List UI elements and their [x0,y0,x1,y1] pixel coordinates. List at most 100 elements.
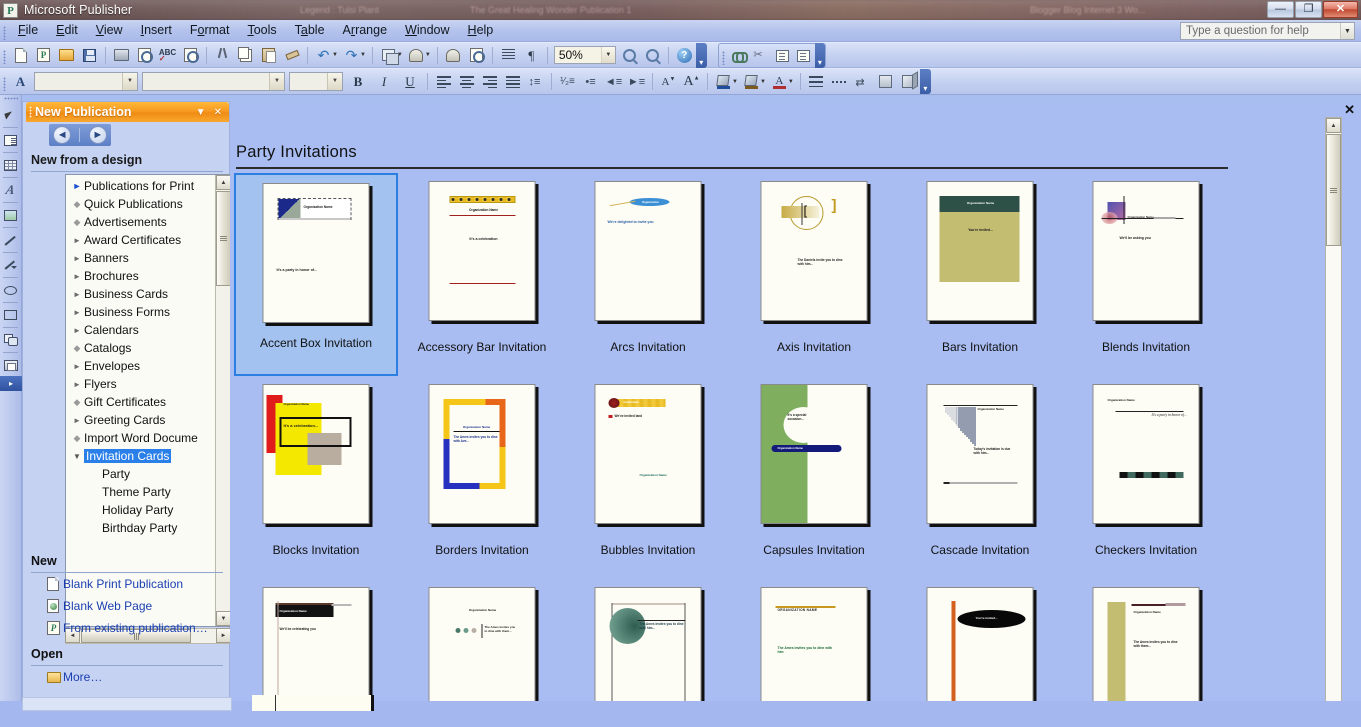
blank-web-page-link[interactable]: Blank Web Page [45,597,152,615]
menu-view[interactable]: View [87,21,132,41]
print-preview-icon[interactable] [133,44,156,66]
from-existing-publication-link[interactable]: P From existing publication… [45,619,208,637]
chevron-down-icon[interactable]: ▼ [269,73,284,90]
tree-item-publications-for-print[interactable]: ► Publications for Print [66,177,216,195]
scroll-up-arrow-icon[interactable]: ▲ [216,175,231,190]
menu-arrange[interactable]: Arrange [334,21,397,41]
bring-to-front-icon[interactable] [377,44,400,66]
tree-item-banners[interactable]: ► Banners [66,249,216,267]
dot-icon[interactable]: ◆ [70,199,84,210]
font-color-icon[interactable]: A [768,71,791,93]
zoom-in-icon[interactable] [641,44,664,66]
new-publication-icon[interactable] [9,44,32,66]
template-thumbnail[interactable]: It's a special occasion... Organization N… [760,384,868,524]
menu-help[interactable]: Help [459,21,503,41]
template-thumbnail[interactable]: [] The Daniels invite you to dine with hi… [760,181,868,321]
paste-icon[interactable] [257,44,280,66]
template-thumbnail[interactable]: Organization Name It's a party in honor o… [1092,384,1200,524]
arrow-right-icon[interactable]: ► [70,272,84,281]
save-icon[interactable] [78,44,101,66]
tree-item-party[interactable]: Party [66,465,216,483]
italic-icon[interactable]: I [371,71,397,93]
cut-icon[interactable] [211,44,234,66]
underline-icon[interactable]: U [397,71,423,93]
line-color-icon[interactable] [740,71,763,93]
bold-icon[interactable]: B [345,71,371,93]
tree-item-business-cards[interactable]: ► Business Cards [66,285,216,303]
gallery-item[interactable]: Celebration We've invited land Organizatio… [566,376,730,579]
gallery-item[interactable]: Organization Name It's a celebration... Bl… [234,376,398,579]
close-icon[interactable]: ✕ [1344,102,1355,118]
scroll-right-arrow-icon[interactable]: ► [216,628,231,643]
tree-item-import-word-docume[interactable]: ◆ Import Word Docume [66,429,216,447]
gallery-item[interactable]: Organization Name You're invited... Bars I… [898,173,1062,376]
chevron-down-icon[interactable]: ▼ [196,107,206,118]
task-pane-grip[interactable] [29,106,32,118]
publication-categories-tree[interactable]: ► Publications for Print ◆ Quick Publicatio… [65,174,231,627]
arrow-right-icon[interactable]: ► [70,362,84,371]
tree-item-business-forms[interactable]: ► Business Forms [66,303,216,321]
style-combobox[interactable]: ▼ [34,72,138,91]
show-formatting-marks-icon[interactable]: ¶ [520,44,543,66]
open-more-link[interactable]: More… [45,668,102,686]
help-search-box[interactable]: Type a question for help ▼ [1180,22,1355,40]
tree-item-invitation-cards[interactable]: ▼ Invitation Cards [66,447,216,465]
decrease-indent-icon[interactable]: ◄≡ [602,71,625,93]
blank-print-publication-link[interactable]: Blank Print Publication [45,575,183,593]
gallery-vertical-scrollbar[interactable]: ▲ [1325,117,1342,727]
template-thumbnail[interactable]: Organization Name Today's invitation is d… [926,384,1034,524]
arrow-right-icon[interactable]: ► [70,416,84,425]
word-art-icon[interactable]: A [1,179,21,201]
research-icon[interactable] [179,44,202,66]
arrow-right-icon[interactable]: ► [70,236,84,245]
tree-item-envelopes[interactable]: ► Envelopes [66,357,216,375]
text-box-connect-icon[interactable] [771,45,793,67]
decrease-font-size-icon[interactable]: A▼ [657,71,680,93]
dot-icon[interactable]: ◆ [70,343,84,354]
line-spacing-icon[interactable]: ↕≡ [524,71,547,93]
arrow-style-icon[interactable]: ⇄ [851,71,874,93]
arrow-icon[interactable] [1,254,21,276]
dot-icon[interactable]: ◆ [70,433,84,444]
objects-toolbar-overflow[interactable]: ▸ [0,376,22,391]
standard-toolbar-grip[interactable] [3,50,6,64]
open-folder-icon[interactable] [55,44,78,66]
design-checker-icon[interactable] [465,44,488,66]
tree-scroll-thumb[interactable] [216,191,231,286]
close-icon[interactable]: ✕ [214,107,222,118]
oval-icon[interactable] [1,279,21,301]
dot-icon[interactable]: ◆ [70,397,84,408]
rotate-icon[interactable] [405,44,428,66]
line-icon[interactable] [1,229,21,251]
arrow-right-icon[interactable]: ► [70,380,84,389]
format-painter-icon[interactable] [280,44,303,66]
gallery-item[interactable]: Organization Name It's a party in honor o… [1064,376,1228,579]
formatting-toolbar-overflow[interactable]: ▾ [919,69,931,94]
close-button[interactable]: ✕ [1323,1,1358,18]
gallery-item[interactable]: Organization Name It's a celebration Acces… [400,173,564,376]
spelling-check-icon[interactable]: ABC ✓ [156,44,179,66]
text-box-icon[interactable] [1,129,21,151]
styles-and-formatting-icon[interactable]: A [9,71,32,93]
nav-back-button[interactable]: ◄ [53,126,72,144]
formatting-toolbar-grip[interactable] [3,76,6,91]
tree-item-quick-publications[interactable]: ◆ Quick Publications [66,195,216,213]
increase-font-size-icon[interactable]: A▲ [680,71,703,93]
gallery-item[interactable]: Organization Name The Ames invites you to… [400,376,564,579]
design-gallery-object-icon[interactable] [442,44,465,66]
zoom-combobox[interactable]: 50% ▼ [553,46,616,64]
font-size-combobox[interactable]: ▼ [289,72,343,91]
tree-item-flyers[interactable]: ► Flyers [66,375,216,393]
print-icon[interactable] [110,44,133,66]
tree-item-calendars[interactable]: ► Calendars [66,321,216,339]
objects-toolbar-grip[interactable] [3,97,18,101]
dash-style-icon[interactable] [828,71,851,93]
menu-tools[interactable]: Tools [238,21,285,41]
insert-table-icon[interactable] [1,154,21,176]
menu-table[interactable]: Table [286,21,334,41]
insert-hyperlink-icon[interactable] [728,45,750,67]
redo-icon[interactable]: ↷ [340,44,363,66]
undo-icon[interactable]: ↶ [312,44,335,66]
arrow-right-icon[interactable]: ► [70,181,84,191]
tree-item-catalogs[interactable]: ◆ Catalogs [66,339,216,357]
